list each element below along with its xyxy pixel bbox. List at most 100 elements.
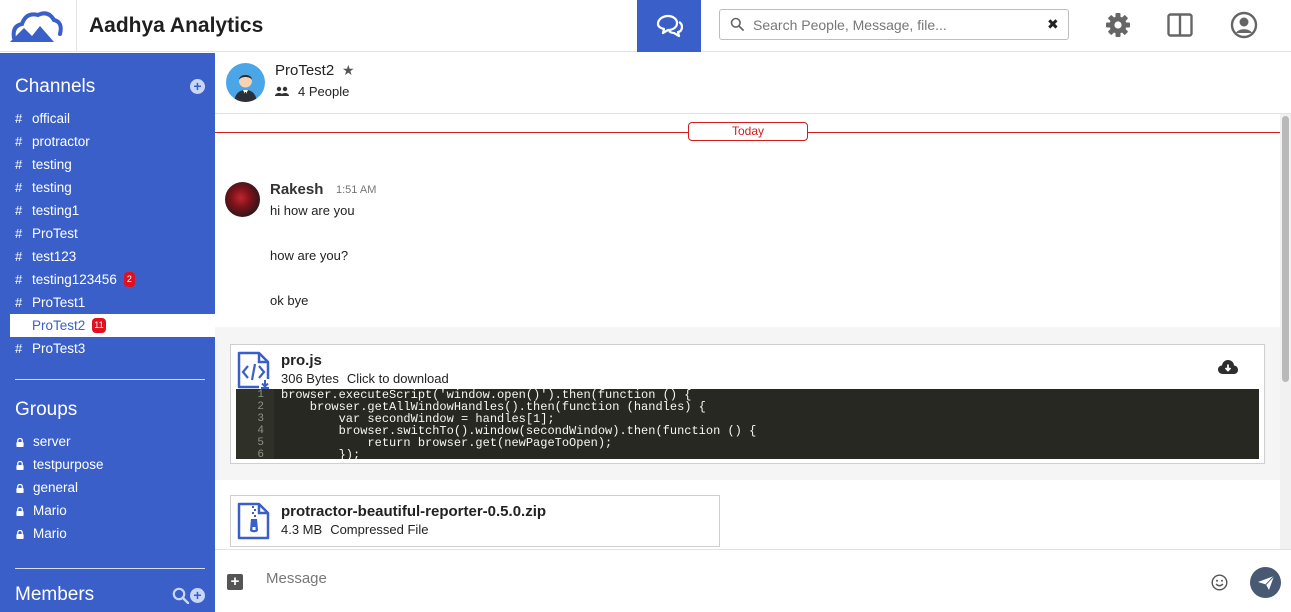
add-member-icon[interactable]: + [190,588,205,603]
emoji-icon[interactable] [1211,574,1228,591]
file-name[interactable]: pro.js [281,352,322,369]
people-count[interactable]: 4 People [275,84,349,99]
group-list: server testpurpose general Mario Mario [0,430,215,545]
channel-item[interactable]: # testing1 [0,199,215,222]
file-type: Compressed File [330,522,429,537]
channels-heading: Channels [15,76,96,97]
channel-item-active[interactable]: #ProTest211 [10,314,215,337]
file-card-js: pro.js 306 Bytes Click to download 1 brows… [230,344,1265,464]
sidebar-divider [15,568,205,569]
group-item[interactable]: general [0,476,215,499]
group-label: testpurpose [33,457,104,472]
channel-item[interactable]: # ProTest1 [0,291,215,314]
channel-label: ProTest [32,226,78,241]
chat-button[interactable] [637,0,701,52]
hash-icon: # [15,203,23,218]
search-members-icon[interactable] [172,587,190,604]
hash-icon: # [15,134,23,149]
code-preview: 1 browser.executeScript('window.open()').… [236,389,1259,459]
lock-icon [16,484,24,493]
avatar[interactable] [225,182,260,217]
lock-icon [16,530,24,539]
top-header: Aadhya Analytics ✖ [0,0,1291,52]
room-name: ProTest2 [275,62,335,79]
channel-item[interactable]: # ProTest3 [0,337,215,360]
file-size: 306 Bytes [281,371,339,386]
channel-label: testing [32,157,72,172]
channel-label: test123 [32,249,77,264]
channel-item[interactable]: # protractor [0,130,215,153]
lock-icon [16,507,24,516]
date-label: Today [688,122,808,141]
star-icon[interactable]: ★ [342,62,355,79]
group-item[interactable]: Mario [0,499,215,522]
code-line: 6 }); [257,448,361,459]
search-icon [730,17,744,31]
message-text: ok bye [270,293,309,308]
members-heading: Members [15,584,95,605]
person-icon [234,74,257,102]
message-scrollbar[interactable] [1280,114,1291,549]
gear-icon[interactable] [1104,11,1132,39]
code-file-icon [237,351,271,389]
search-clear-icon[interactable]: ✖ [1047,16,1059,33]
message-author[interactable]: Rakesh [270,181,323,198]
message-input[interactable] [266,566,1186,590]
channel-item[interactable]: # ProTest [0,222,215,245]
hash-icon: # [15,249,23,264]
search-box: ✖ [719,9,1069,40]
file-meta: 4.3 MB Compressed File [281,522,436,537]
group-label: Mario [33,503,67,518]
channel-label: testing1 [32,203,80,218]
download-link[interactable]: Click to download [347,371,449,386]
channel-item[interactable]: # testing [0,153,215,176]
channel-item[interactable]: # test123 [0,245,215,268]
group-item[interactable]: server [0,430,215,453]
file-size: 4.3 MB [281,522,323,537]
channel-label: protractor [32,134,90,149]
logo-icon [10,11,63,42]
people-label: 4 People [298,84,350,99]
hash-icon: # [15,111,23,126]
hash-icon: # [15,272,23,287]
split-panel-icon[interactable] [1166,11,1194,39]
add-channel-icon[interactable]: + [190,79,205,94]
user-circle-icon[interactable] [1230,11,1258,39]
lock-icon [16,461,24,470]
file-message-panel: pro.js 306 Bytes Click to download 1 brows… [215,327,1280,480]
channel-item[interactable]: # testing123456 2 [0,268,215,291]
channel-label: ProTest3 [32,341,86,356]
message-list: Today Rakesh 1:51 AM hi how are you how … [215,114,1280,549]
scrollbar-thumb[interactable] [1282,116,1289,382]
logo-divider [76,0,77,52]
group-label: server [33,434,71,449]
channel-label: ProTest1 [32,295,86,310]
app-title: Aadhya Analytics [89,14,264,37]
code-line: 5 return browser.get(newPageToOpen); [257,436,613,450]
message-time: 1:51 AM [336,184,377,196]
file-name[interactable]: protractor-beautiful-reporter-0.5.0.zip [281,503,546,520]
chat-bubbles-icon [656,14,683,38]
send-button[interactable] [1250,567,1281,598]
group-item[interactable]: testpurpose [0,453,215,476]
room-header: ProTest2 ★ 4 People [215,53,1291,114]
group-item[interactable]: Mario [0,522,215,545]
search-input[interactable] [753,14,1038,36]
channel-list: # officail # protractor # testing # testing … [0,107,215,360]
groups-heading: Groups [15,399,78,420]
hash-icon: # [15,157,23,172]
channel-item[interactable]: # officail [0,107,215,130]
hash-icon: # [15,226,23,241]
hash-icon: # [15,180,23,195]
channel-label: testing [32,180,72,195]
attach-plus-icon[interactable]: + [227,574,243,590]
message-composer: + [215,549,1291,612]
lock-icon [16,438,24,447]
channel-item[interactable]: # testing [0,176,215,199]
hash-icon: # [15,295,23,310]
cloud-download-icon[interactable] [1218,359,1238,375]
unread-badge: 2 [123,272,135,287]
room-avatar [226,63,265,102]
zip-file-icon [237,502,270,540]
group-label: Mario [33,526,67,541]
